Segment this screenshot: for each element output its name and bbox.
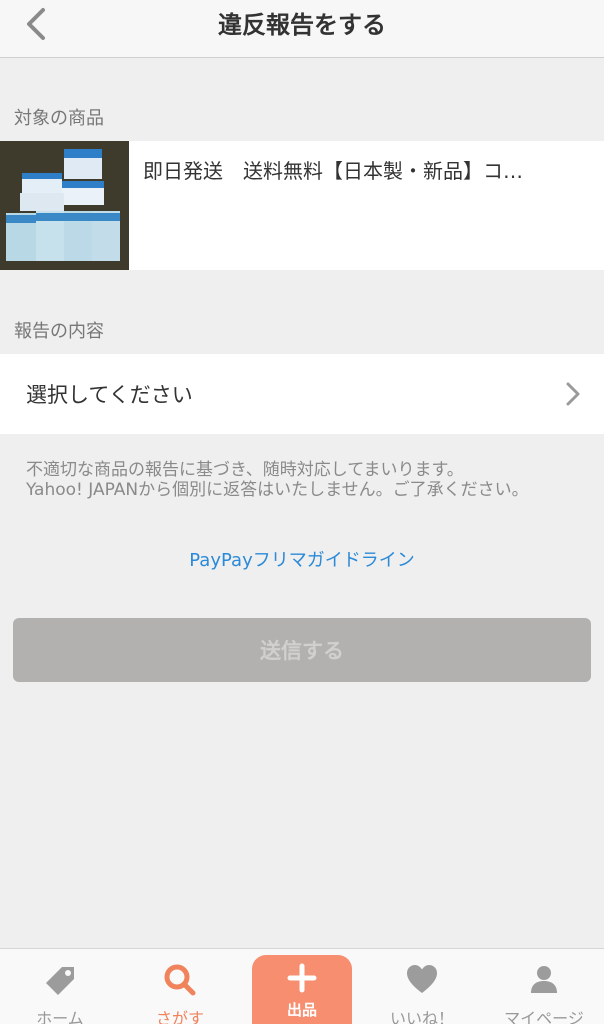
tab-home[interactable]: ホーム bbox=[0, 949, 120, 1024]
tab-mypage-label: マイページ bbox=[504, 1009, 584, 1024]
plus-icon bbox=[287, 963, 317, 993]
guideline-link[interactable]: PayPayフリマガイドライン bbox=[0, 546, 604, 572]
person-icon bbox=[531, 966, 557, 993]
notice-line-2: Yahoo! JAPANから個別に返答はいたしません。ご了承ください。 bbox=[26, 480, 529, 500]
tab-likes[interactable]: いいね！ bbox=[362, 949, 482, 1024]
report-reason-select[interactable]: 選択してください bbox=[0, 354, 604, 434]
product-thumbnail bbox=[0, 141, 129, 270]
target-product[interactable]: 即日発送 送料無料【日本製・新品】コ… bbox=[0, 141, 604, 270]
product-title: 即日発送 送料無料【日本製・新品】コ… bbox=[143, 159, 523, 183]
sell-button[interactable]: 出品 bbox=[252, 955, 352, 1024]
tab-bar: ホーム さがす 出品 いいね！ マイページ bbox=[0, 948, 604, 1024]
screen: 違反報告をする 対象の商品 即日発送 送料無料【日本製・新品】コ… 報告の内容 … bbox=[0, 0, 604, 1024]
notice-text: 不適切な商品の報告に基づき、随時対応してまいります。 Yahoo! JAPANか… bbox=[26, 460, 586, 500]
notice-line-1: 不適切な商品の報告に基づき、随時対応してまいります。 bbox=[26, 460, 464, 480]
sell-button-label: 出品 bbox=[286, 1001, 317, 1019]
chevron-left-icon bbox=[27, 8, 45, 40]
tab-search-label: さがす bbox=[155, 1009, 204, 1024]
heart-icon bbox=[407, 965, 437, 993]
target-section-label: 対象の商品 bbox=[14, 108, 104, 129]
tab-search[interactable]: さがす bbox=[120, 949, 240, 1024]
chevron-right-icon bbox=[566, 382, 580, 406]
select-placeholder: 選択してください bbox=[26, 383, 193, 407]
tab-mypage[interactable]: マイページ bbox=[484, 949, 604, 1024]
search-icon bbox=[164, 964, 196, 996]
tab-likes-label: いいね！ bbox=[389, 1009, 454, 1024]
tab-home-label: ホーム bbox=[36, 1009, 84, 1024]
page-title: 違反報告をする bbox=[218, 10, 386, 39]
report-section-label: 報告の内容 bbox=[14, 321, 104, 342]
back-button[interactable] bbox=[14, 4, 58, 44]
submit-button[interactable]: 送信する bbox=[13, 618, 591, 682]
tag-icon bbox=[46, 967, 74, 995]
nav-header: 違反報告をする bbox=[0, 0, 604, 58]
